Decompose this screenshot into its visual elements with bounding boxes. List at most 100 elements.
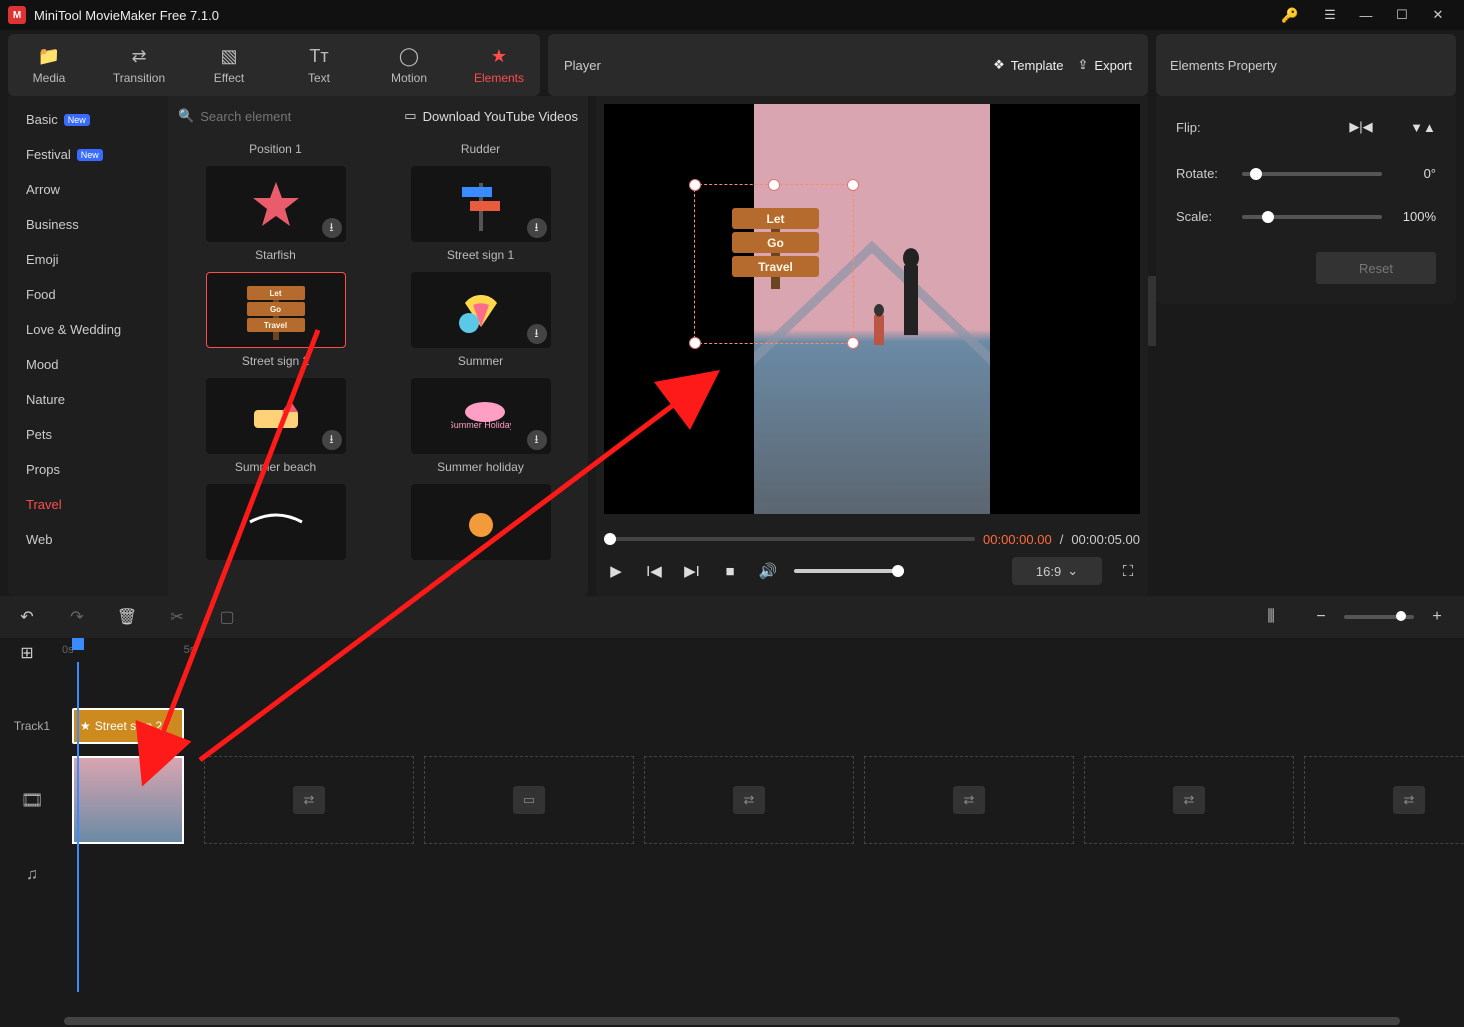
download-icon[interactable]: ⭳: [527, 324, 547, 344]
redo-button[interactable]: ↷: [64, 604, 90, 630]
element-summer-holiday[interactable]: Summer Holiday ⭳: [411, 378, 551, 454]
preview-canvas[interactable]: Let Go Travel: [604, 104, 1140, 514]
element-item[interactable]: [206, 484, 346, 560]
download-icon[interactable]: ⭳: [322, 218, 342, 238]
next-frame-button[interactable]: ▶I: [680, 559, 704, 583]
transition-slot[interactable]: ⇄: [1084, 756, 1294, 844]
element-starfish[interactable]: ⭳: [206, 166, 346, 242]
cat-love-wedding[interactable]: Love & Wedding: [8, 312, 168, 347]
tab-motion[interactable]: ◯Motion: [376, 40, 442, 90]
element-selection-box[interactable]: Let Go Travel: [694, 184, 854, 344]
resize-handle[interactable]: [847, 179, 859, 191]
delete-button[interactable]: 🗑: [114, 604, 140, 630]
playhead-marker[interactable]: [72, 638, 84, 650]
category-list[interactable]: BasicNew FestivalNew Arrow Business Emoj…: [8, 96, 168, 596]
aspect-ratio-select[interactable]: 16:9⌄: [1012, 557, 1102, 585]
element-caption: Position 1: [249, 142, 302, 158]
play-button[interactable]: ▶: [604, 559, 628, 583]
element-track[interactable]: Track1 ★ Street sign 2: [0, 702, 1464, 750]
license-key-icon[interactable]: 🔑: [1272, 0, 1308, 30]
download-icon[interactable]: ⭳: [322, 430, 342, 450]
tab-transition[interactable]: ⇄Transition: [106, 40, 172, 90]
element-summer[interactable]: ⭳: [411, 272, 551, 348]
scale-slider[interactable]: [1242, 215, 1382, 219]
zoom-slider[interactable]: [1344, 615, 1414, 619]
resize-handle[interactable]: [847, 337, 859, 349]
playhead-line[interactable]: [77, 662, 79, 992]
cat-basic[interactable]: BasicNew: [8, 102, 168, 137]
flip-vertical-button[interactable]: ▼▲: [1410, 116, 1436, 138]
zoom-out-button[interactable]: −: [1308, 604, 1334, 630]
download-youtube-link[interactable]: ▭Download YouTube Videos: [404, 108, 578, 124]
scrub-handle[interactable]: [604, 533, 616, 545]
transition-slot[interactable]: ⇄: [864, 756, 1074, 844]
zoom-in-button[interactable]: +: [1424, 604, 1450, 630]
tab-media[interactable]: 📁Media: [16, 40, 82, 90]
prev-frame-button[interactable]: I◀: [642, 559, 666, 583]
tab-elements[interactable]: ★Elements: [466, 40, 532, 90]
player-panel: Let Go Travel 00:00:00.00 / 00:00:05.00 …: [596, 96, 1148, 596]
element-summer-beach[interactable]: ⭳: [206, 378, 346, 454]
undo-button[interactable]: ↶: [14, 604, 40, 630]
cat-nature[interactable]: Nature: [8, 382, 168, 417]
elements-grid[interactable]: Position 1 Rudder ⭳ Starfish ⭳: [168, 136, 588, 596]
reset-button[interactable]: Reset: [1316, 252, 1436, 284]
download-icon[interactable]: ⭳: [527, 218, 547, 238]
element-item[interactable]: [411, 484, 551, 560]
element-clip[interactable]: ★ Street sign 2: [72, 708, 184, 744]
player-header: Player ❖Template ⇪Export: [548, 34, 1148, 96]
close-button[interactable]: ✕: [1420, 0, 1456, 30]
flip-horizontal-button[interactable]: ▶|◀: [1348, 116, 1374, 138]
resize-handle[interactable]: [689, 179, 701, 191]
volume-slider[interactable]: [794, 569, 904, 573]
elements-browser: BasicNew FestivalNew Arrow Business Emoj…: [8, 96, 588, 596]
maximize-button[interactable]: ☐: [1384, 0, 1420, 30]
cat-pets[interactable]: Pets: [8, 417, 168, 452]
search-input[interactable]: 🔍: [178, 108, 394, 124]
timeline-scrollbar[interactable]: [0, 1017, 1464, 1027]
tab-effect[interactable]: ▧Effect: [196, 40, 262, 90]
scrub-bar[interactable]: [604, 537, 975, 541]
cat-food[interactable]: Food: [8, 277, 168, 312]
timeline-panel: ↶ ↷ 🗑 ✂ ▢ ⫼ − + ⊞ 0s 5s Track1 ★ Street …: [0, 596, 1464, 1027]
overlay-sign-sticker[interactable]: Let Go Travel: [723, 199, 828, 289]
placeholder-icon: ▭: [513, 786, 545, 814]
collapse-properties-tab[interactable]: [1148, 276, 1156, 346]
resize-handle[interactable]: [689, 337, 701, 349]
element-street-sign-2[interactable]: Let Go Travel: [206, 272, 346, 348]
crop-button[interactable]: ▢: [214, 604, 240, 630]
transition-slot[interactable]: ⇄: [644, 756, 854, 844]
tracks-area[interactable]: Track1 ★ Street sign 2 🎞 ⇄ ▭ ⇄ ⇄ ⇄ ⇄ ♫: [0, 662, 1464, 1017]
cat-emoji[interactable]: Emoji: [8, 242, 168, 277]
resize-handle[interactable]: [768, 179, 780, 191]
volume-icon[interactable]: 🔊: [756, 559, 780, 583]
cat-mood[interactable]: Mood: [8, 347, 168, 382]
fullscreen-button[interactable]: ⛶: [1116, 559, 1140, 583]
swap-icon: ⇄: [733, 786, 765, 814]
audio-track[interactable]: ♫: [0, 850, 1464, 900]
stop-button[interactable]: ■: [718, 559, 742, 583]
export-button[interactable]: ⇪Export: [1078, 57, 1132, 73]
cat-business[interactable]: Business: [8, 207, 168, 242]
element-street-sign-1[interactable]: ⭳: [411, 166, 551, 242]
transition-slot[interactable]: ⇄: [1304, 756, 1464, 844]
sign-icon: Let Go Travel: [241, 280, 311, 340]
template-button[interactable]: ❖Template: [993, 57, 1063, 73]
download-icon[interactable]: ⭳: [527, 430, 547, 450]
tab-text[interactable]: TᴛText: [286, 40, 352, 90]
video-clip[interactable]: [72, 756, 184, 844]
timeline-settings-icon[interactable]: ⫼: [1258, 604, 1284, 630]
video-track[interactable]: 🎞 ⇄ ▭ ⇄ ⇄ ⇄ ⇄: [0, 750, 1464, 850]
empty-slot[interactable]: ▭: [424, 756, 634, 844]
transition-slot[interactable]: ⇄: [204, 756, 414, 844]
split-button[interactable]: ✂: [164, 604, 190, 630]
cat-festival[interactable]: FestivalNew: [8, 137, 168, 172]
cat-props[interactable]: Props: [8, 452, 168, 487]
cat-web[interactable]: Web: [8, 522, 168, 557]
cat-travel[interactable]: Travel: [8, 487, 168, 522]
minimize-button[interactable]: —: [1348, 0, 1384, 30]
cat-arrow[interactable]: Arrow: [8, 172, 168, 207]
rotate-slider[interactable]: [1242, 172, 1382, 176]
menu-icon[interactable]: ☰: [1312, 0, 1348, 30]
time-ruler[interactable]: ⊞ 0s 5s: [0, 638, 1464, 662]
